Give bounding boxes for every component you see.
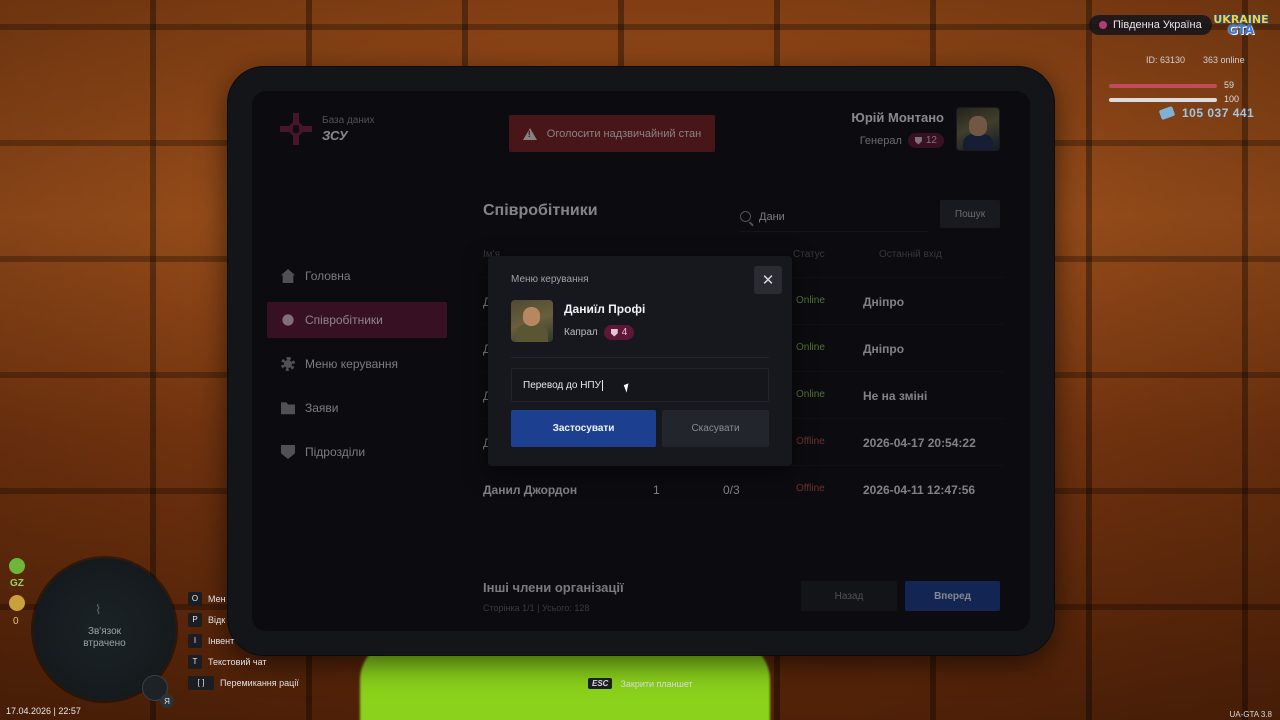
cancel-button[interactable]: Скасувати: [662, 410, 769, 447]
key-cap: P: [188, 612, 202, 627]
reason-value: Перевод до НПУ: [523, 379, 601, 391]
key-cap: I: [188, 633, 202, 648]
esc-label: Закрити планшет: [620, 678, 693, 689]
reason-input[interactable]: Перевод до НПУ: [511, 368, 769, 402]
armor-bar: [1109, 98, 1217, 102]
health-value: 59: [1224, 80, 1235, 90]
avatar: [511, 300, 553, 342]
keybind-list: O Мен P Відк I Інвент T Текстовий чат [ ] Пер…: [188, 588, 299, 693]
key-cap: [ ]: [188, 675, 214, 690]
tablet-screen: База даних ЗСУ Оголосити надзвичайний ст…: [252, 91, 1030, 631]
player-id-line: ID: 63130 363 online: [1146, 55, 1245, 65]
esc-hint: ESC Закрити планшет: [588, 678, 693, 689]
server-name: Південна Україна: [1113, 19, 1202, 31]
key-label: Відк: [208, 614, 226, 625]
key-cap: O: [188, 591, 202, 606]
apply-button[interactable]: Застосувати: [511, 410, 656, 447]
shield-icon: [610, 328, 618, 337]
money-icon: [1158, 105, 1176, 121]
radar-status: Зв'язок втрачено: [83, 626, 126, 649]
status-dot-icon: [9, 558, 25, 574]
modal-title: Меню керування: [511, 274, 589, 285]
money-value: 105 037 441: [1182, 106, 1255, 120]
no-signal-icon: ⌇: [95, 602, 102, 617]
mic-key: Я: [160, 694, 174, 708]
close-button[interactable]: ✕: [754, 266, 782, 294]
online-count: 363 online: [1203, 55, 1245, 65]
date-time: 17.04.2026 | 22:57: [6, 706, 81, 716]
zero-counter: 0: [13, 616, 19, 627]
key-label: Інвент: [208, 635, 235, 646]
text-caret: [601, 379, 603, 391]
member-name: Даниїл Профі: [564, 302, 646, 316]
version-label: UA-GTA 3.8: [1229, 710, 1272, 719]
key-label: Перемикання рації: [220, 677, 299, 688]
divider: [511, 357, 769, 358]
member-level: 4: [621, 327, 628, 338]
player-id: ID: 63130: [1146, 55, 1186, 65]
key-label: Текстовий чат: [208, 656, 267, 667]
logo-line2: GTA: [1227, 23, 1255, 37]
ammo-icon: [9, 595, 25, 611]
key-label: Мен: [208, 593, 226, 604]
control-menu-modal: Меню керування ✕ Даниїл Профі Капрал 4 П…: [488, 256, 792, 466]
health-bar: [1109, 84, 1217, 88]
game-logo: UKRAINE GTA: [1212, 10, 1270, 40]
member-level-badge: 4: [603, 325, 635, 340]
key-cap: ESC: [588, 678, 613, 689]
money-display: 105 037 441: [1158, 105, 1255, 121]
tablet-frame: База даних ЗСУ Оголосити надзвичайний ст…: [228, 67, 1054, 655]
armor-value: 100: [1224, 94, 1240, 104]
member-rank-line: Капрал 4: [564, 325, 635, 340]
gz-label: GZ: [10, 578, 24, 589]
server-badge: Південна Україна: [1089, 15, 1212, 35]
server-icon: [1099, 21, 1107, 29]
member-rank: Капрал: [564, 327, 598, 338]
key-cap: T: [188, 654, 202, 669]
close-icon: ✕: [761, 272, 775, 289]
